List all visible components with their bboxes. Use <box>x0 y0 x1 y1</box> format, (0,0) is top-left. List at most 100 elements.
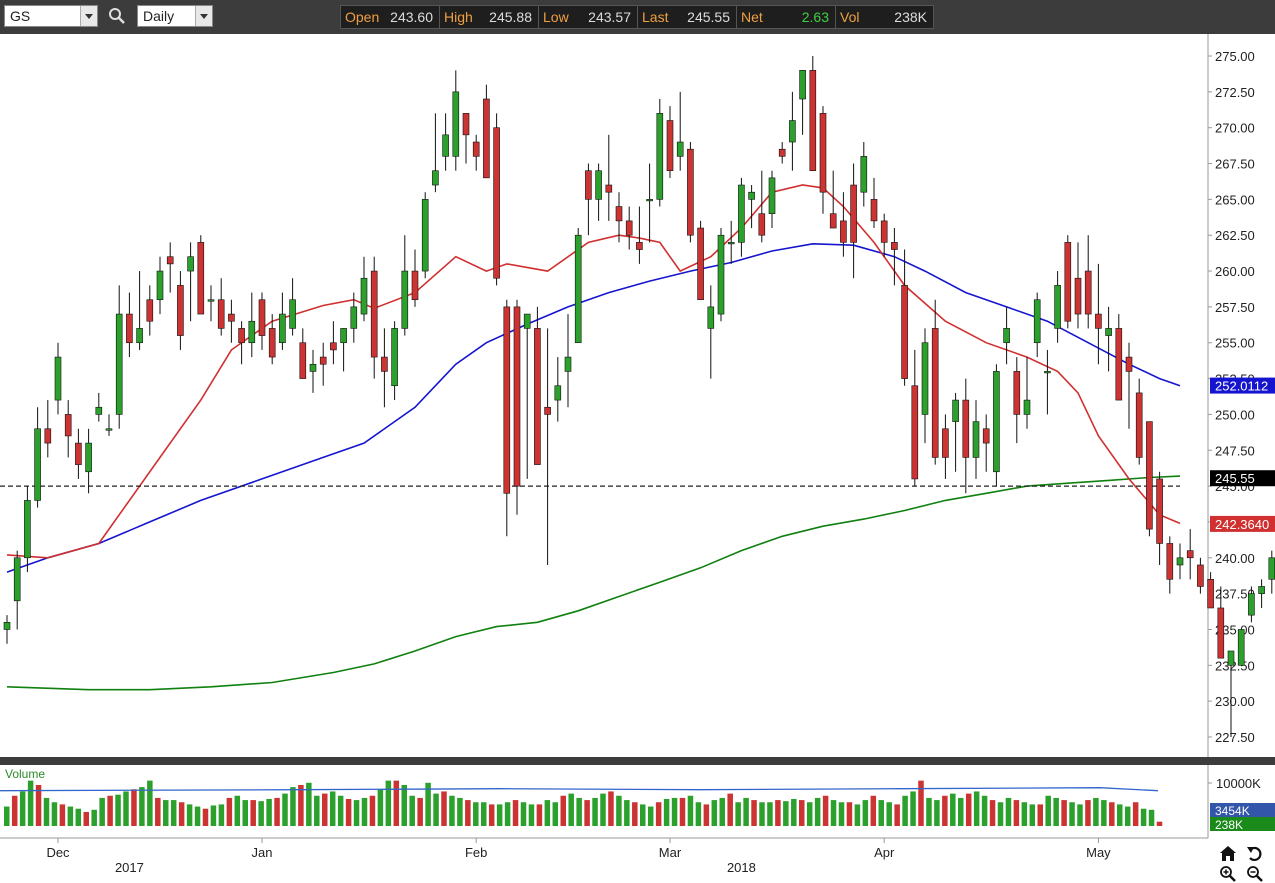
volume-bar <box>1029 804 1036 826</box>
volume-bar <box>870 795 877 826</box>
candle-body <box>513 306 521 487</box>
price-tick-label: 232.50 <box>1215 658 1255 673</box>
volume-bar <box>918 780 924 826</box>
volume-bar <box>91 809 97 826</box>
volume-bar <box>1117 804 1123 826</box>
candle-body <box>411 270 419 301</box>
candle-body <box>850 184 857 243</box>
volume-bar <box>520 802 527 826</box>
candle-body <box>840 220 847 243</box>
candle-body <box>54 356 62 401</box>
chevron-down-icon[interactable] <box>80 6 97 26</box>
volume-bar <box>1061 800 1067 826</box>
candle-body <box>401 270 409 329</box>
candle-body <box>625 220 633 236</box>
candle-body <box>34 428 41 501</box>
candle-body <box>248 320 256 344</box>
candle-body <box>483 98 490 179</box>
volume-last-marker: 238K <box>1210 817 1275 832</box>
toolbar: GS Daily Open 243.60 High 245.88 Low 243… <box>0 0 1275 35</box>
volume-bar <box>496 804 503 826</box>
symbol-select[interactable]: GS <box>4 5 98 27</box>
candle-body <box>432 170 439 186</box>
volume-bar <box>322 793 328 826</box>
volume-bar <box>433 793 439 826</box>
candle-body <box>472 141 480 157</box>
candle-body <box>707 306 715 329</box>
volume-bar <box>926 797 932 826</box>
volume-bar <box>131 789 137 826</box>
quote-bar: Open 243.60 High 245.88 Low 243.57 Last … <box>340 5 934 29</box>
month-label: Dec <box>46 845 70 860</box>
candle-body <box>105 428 113 431</box>
volume-bar <box>703 804 710 826</box>
volume-bar <box>504 802 511 826</box>
volume-bar <box>178 802 185 826</box>
volume-bar <box>1124 806 1131 826</box>
candle-body <box>166 256 174 265</box>
candle-body <box>523 313 531 329</box>
volume-bar <box>99 797 105 826</box>
candle-body <box>177 285 184 336</box>
volume-bar <box>163 800 169 826</box>
volume-bar <box>846 802 853 826</box>
volume-bar <box>4 806 10 826</box>
search-icon[interactable] <box>108 7 126 25</box>
candle-body <box>156 270 164 301</box>
volume-ma-label: 3454K <box>1215 804 1250 818</box>
volume-bar <box>393 780 400 826</box>
candle-body <box>676 141 684 157</box>
volume-bar <box>1045 795 1051 826</box>
volume-bar <box>822 795 829 826</box>
volume-bar <box>655 802 662 826</box>
chevron-down-icon[interactable] <box>195 6 212 26</box>
chart-area[interactable]: 227.50230.00232.50235.00237.50240.00242.… <box>0 34 1275 883</box>
volume-bar <box>647 806 654 826</box>
candle-body <box>911 385 919 480</box>
volume-bar <box>361 797 368 826</box>
volume-bar <box>51 802 58 826</box>
candle-body <box>330 342 337 351</box>
candle-body <box>95 406 103 415</box>
volume-bar <box>528 804 535 826</box>
candle-body <box>697 227 704 301</box>
candle-body <box>1186 550 1194 559</box>
candle-body <box>1074 277 1082 315</box>
panel-divider[interactable] <box>0 757 1275 765</box>
volume-bar <box>838 802 845 826</box>
candle-body <box>3 622 11 630</box>
candle-body <box>503 306 511 494</box>
candle-body <box>1237 629 1245 666</box>
candle-body <box>687 148 694 236</box>
candle-body <box>309 363 317 372</box>
candle-body <box>646 199 653 202</box>
candle-body <box>666 120 674 171</box>
candle-body <box>972 421 980 458</box>
interval-select[interactable]: Daily <box>137 5 213 27</box>
candle-body <box>217 299 225 329</box>
volume-bar <box>417 797 423 826</box>
volume-bar <box>910 791 916 826</box>
volume-bar <box>894 804 900 826</box>
price-tick-label: 247.50 <box>1215 443 1255 458</box>
candle-body <box>340 328 347 344</box>
volume-bar <box>473 802 479 826</box>
candle-body <box>1217 607 1225 659</box>
volume-bar <box>950 793 956 826</box>
candle-body <box>268 328 276 358</box>
candle-body <box>1197 564 1204 587</box>
candle-body <box>258 299 266 336</box>
volume-bar <box>250 800 256 826</box>
candle-body <box>360 277 368 315</box>
volume-bar <box>624 800 630 826</box>
price-tick-label: 257.50 <box>1215 300 1255 315</box>
candle-body <box>554 385 562 401</box>
volume-bar <box>441 791 447 826</box>
volume-bar <box>671 797 678 826</box>
ma-blue-marker: 252.0112 <box>1210 377 1275 394</box>
month-label: Jan <box>252 845 273 860</box>
candle-body <box>197 242 205 315</box>
candle-body <box>1207 578 1214 609</box>
candle-body <box>574 234 582 344</box>
price-tick-label: 260.00 <box>1215 264 1255 279</box>
